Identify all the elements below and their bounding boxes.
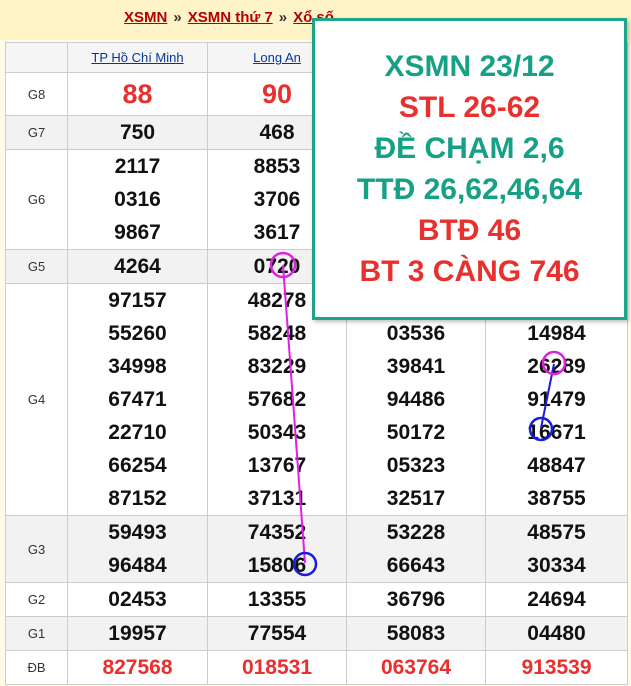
- g3-value: 59493: [108, 521, 167, 544]
- corner-cell: [5, 42, 68, 73]
- g3-value: 53228: [386, 521, 446, 544]
- row-g2: G2 02453 13355 36796 24694: [5, 582, 628, 617]
- g3-values: 59493 96484: [67, 515, 208, 583]
- g4-value: 48847: [527, 454, 586, 477]
- g1-value: 77554: [207, 616, 347, 651]
- g1-value: 04480: [485, 616, 628, 651]
- breadcrumb-link-xsmn-thu-7[interactable]: XSMN thứ 7: [188, 9, 273, 26]
- g4-value: 57682: [247, 388, 307, 411]
- g2-value: 02453: [67, 582, 208, 617]
- special-prize-value: 063764: [346, 650, 486, 685]
- g4-value: 58248: [247, 322, 307, 345]
- g4-value: 38755: [527, 487, 586, 510]
- g3-values: 74352 15806: [207, 515, 347, 583]
- g3-values: 48575 30334: [485, 515, 628, 583]
- g4-value: 03536: [386, 322, 446, 345]
- prize-label: G3: [5, 515, 68, 583]
- g2-value: 13355: [207, 582, 347, 617]
- g2-value: 24694: [485, 582, 628, 617]
- g4-value: 67471: [108, 388, 167, 411]
- breadcrumb-separator: »: [173, 9, 182, 26]
- overlay-line-ttd: TTĐ 26,62,46,64: [356, 173, 583, 206]
- g3-value: 30334: [527, 554, 586, 577]
- province-link-hcm[interactable]: TP Hồ Chí Minh: [91, 50, 183, 65]
- g4-value: 87152: [108, 487, 167, 510]
- g1-value: 19957: [67, 616, 208, 651]
- prize-label: ĐB: [5, 650, 68, 685]
- special-prize-value: 018531: [207, 650, 347, 685]
- g6-value: 9867: [114, 221, 161, 244]
- province-link-long-an[interactable]: Long An: [253, 50, 301, 65]
- col-header-hcm: TP Hồ Chí Minh: [67, 42, 208, 73]
- prize-label: G6: [5, 149, 68, 250]
- g7-value: 750: [67, 115, 208, 150]
- row-g1: G1 19957 77554 58083 04480: [5, 616, 628, 651]
- g6-values: 2117 0316 9867: [67, 149, 208, 250]
- prize-label: G2: [5, 582, 68, 617]
- g4-value: 16671: [527, 421, 586, 444]
- g8-value: 88: [67, 72, 208, 116]
- g3-values: 53228 66643: [346, 515, 486, 583]
- g4-value: 91479: [527, 388, 586, 411]
- g3-value: 66643: [386, 554, 446, 577]
- special-prize-value: 913539: [485, 650, 628, 685]
- g4-value: 83229: [247, 355, 307, 378]
- g3-value: 15806: [247, 554, 307, 577]
- g4-value: 13767: [247, 454, 307, 477]
- g3-value: 74352: [247, 521, 307, 544]
- overlay-title: XSMN 23/12: [384, 50, 555, 83]
- g2-value: 36796: [346, 582, 486, 617]
- prize-label: G8: [5, 72, 68, 116]
- g4-value: 22710: [108, 421, 167, 444]
- g3-value: 96484: [108, 554, 167, 577]
- g5-value: 4264: [67, 249, 208, 284]
- row-db: ĐB 827568 018531 063764 913539: [5, 650, 628, 685]
- g4-value: 94486: [386, 388, 446, 411]
- g4-value: 97157: [108, 289, 167, 312]
- g4-value: 37131: [247, 487, 307, 510]
- g3-value: 48575: [527, 521, 586, 544]
- breadcrumb-separator: »: [278, 9, 288, 26]
- prize-label: G1: [5, 616, 68, 651]
- g4-value: 32517: [386, 487, 446, 510]
- breadcrumb-link-xsmn[interactable]: XSMN: [124, 9, 167, 26]
- g4-value: 50172: [386, 421, 446, 444]
- g4-values: 97157 55260 34998 67471 22710 66254 8715…: [67, 283, 208, 516]
- row-g3: G3 59493 96484 74352 15806 53228 66643 4…: [5, 515, 628, 583]
- prize-label: G4: [5, 283, 68, 516]
- prize-label: G5: [5, 249, 68, 284]
- prize-label: G7: [5, 115, 68, 150]
- g4-value: 14984: [527, 322, 586, 345]
- g4-value: 26289: [527, 355, 586, 378]
- g4-value: 05323: [386, 454, 446, 477]
- g4-value: 55260: [108, 322, 167, 345]
- g4-value: 39841: [386, 355, 446, 378]
- overlay-line-de-cham: ĐỀ CHẠM 2,6: [374, 132, 565, 165]
- special-prize-value: 827568: [67, 650, 208, 685]
- prediction-overlay: XSMN 23/12 STL 26-62 ĐỀ CHẠM 2,6 TTĐ 26,…: [312, 18, 627, 320]
- g4-value: 66254: [108, 454, 167, 477]
- g6-value: 2117: [114, 155, 161, 178]
- overlay-line-bt3: BT 3 CÀNG 746: [359, 255, 580, 288]
- overlay-line-btd: BTĐ 46: [417, 214, 522, 247]
- g1-value: 58083: [346, 616, 486, 651]
- g6-value: 0316: [114, 188, 161, 211]
- overlay-line-stl: STL 26-62: [398, 91, 541, 124]
- g4-value: 50343: [247, 421, 307, 444]
- g4-value: 34998: [108, 355, 167, 378]
